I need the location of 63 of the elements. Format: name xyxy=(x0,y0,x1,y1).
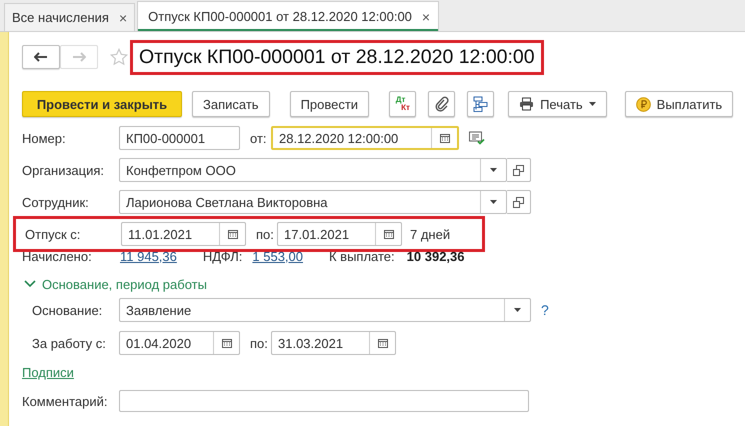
calendar-icon xyxy=(440,133,450,143)
arrow-right-icon xyxy=(72,52,86,62)
pay-button[interactable]: Выплатить xyxy=(624,91,734,117)
open-window-icon xyxy=(513,196,524,208)
post-and-close-button[interactable]: Провести и закрыть xyxy=(22,91,182,117)
close-icon[interactable]: × xyxy=(118,10,128,26)
total-label: Начислено: xyxy=(22,248,93,264)
amount-link[interactable]: 11 945,36 xyxy=(120,248,177,264)
field-label: Отпуск с: xyxy=(25,226,82,242)
chevron-icon xyxy=(24,280,36,288)
date-field[interactable]: 31.03.2021 xyxy=(271,331,396,355)
back-button[interactable] xyxy=(22,45,60,69)
attach-button[interactable] xyxy=(428,91,456,117)
number-field[interactable]: КП00-000001 xyxy=(119,126,240,150)
date-field[interactable]: 01.04.2020 xyxy=(119,331,240,355)
employee-field[interactable]: Ларионова Светлана Викторовна xyxy=(119,190,507,214)
comment-field[interactable] xyxy=(119,390,529,412)
toolbar-button[interactable]: Записать xyxy=(192,91,270,117)
help-link[interactable]: ? xyxy=(541,302,549,318)
amount-value: 10 392,36 xyxy=(406,248,464,264)
tab[interactable]: Все начисления × xyxy=(4,3,136,31)
field-label: Номер: xyxy=(22,130,67,146)
date-field[interactable]: 28.12.2020 12:00:00 xyxy=(271,126,459,150)
open-window-icon xyxy=(513,164,524,176)
calendar-icon xyxy=(384,229,394,239)
total-label: НДФЛ: xyxy=(202,248,242,264)
date-field[interactable]: 17.01.2021 xyxy=(277,222,402,246)
amount-link[interactable]: 1 553,00 xyxy=(252,248,303,264)
calendar-icon xyxy=(228,229,238,239)
document-title: Отпуск КП00-000001 от 28.12.2020 12:00:00 xyxy=(130,40,544,74)
signatures-link[interactable]: Подписи xyxy=(22,365,74,380)
structure-button[interactable] xyxy=(467,91,494,117)
field-label: Сотрудник: xyxy=(22,194,90,210)
paperclip-icon xyxy=(434,96,449,112)
caret-icon xyxy=(588,102,596,106)
field-label: За работу с: xyxy=(31,336,107,350)
toolbar-button[interactable]: Провести xyxy=(290,91,370,117)
field-label: Организация: xyxy=(22,162,106,178)
field-label: по: xyxy=(255,226,275,242)
star-icon[interactable] xyxy=(110,48,128,66)
field-label: Комментарий: xyxy=(22,394,108,408)
open-button[interactable] xyxy=(507,190,531,214)
field-label: Основание: xyxy=(31,302,104,318)
group-toggle[interactable]: Основание, период работы xyxy=(22,276,207,292)
open-button[interactable] xyxy=(507,158,531,182)
close-icon[interactable]: × xyxy=(422,8,430,24)
printer-icon xyxy=(519,97,534,111)
days-count: 7 дней xyxy=(410,226,450,242)
organization-field[interactable]: Конфетпром ООО xyxy=(119,158,507,182)
coin-icon xyxy=(636,96,651,112)
field-label: от: xyxy=(249,130,268,146)
arrow-left-icon xyxy=(34,52,48,62)
total-label: К выплате: xyxy=(329,248,395,264)
document-check-icon[interactable] xyxy=(469,131,485,145)
date-field[interactable]: 11.01.2021 xyxy=(121,222,246,246)
tab[interactable]: Отпуск КП00-000001 от 28.12.2020 12:00:00 × xyxy=(137,1,440,31)
print-button[interactable]: Печать xyxy=(508,91,607,117)
dt-kt-button[interactable]: Дт Кт xyxy=(389,91,416,117)
calendar-icon xyxy=(378,338,388,348)
field-label: по: xyxy=(249,336,269,350)
hierarchy-icon xyxy=(472,96,489,112)
basis-field[interactable]: Заявление xyxy=(119,298,531,322)
calendar-icon xyxy=(222,338,232,348)
